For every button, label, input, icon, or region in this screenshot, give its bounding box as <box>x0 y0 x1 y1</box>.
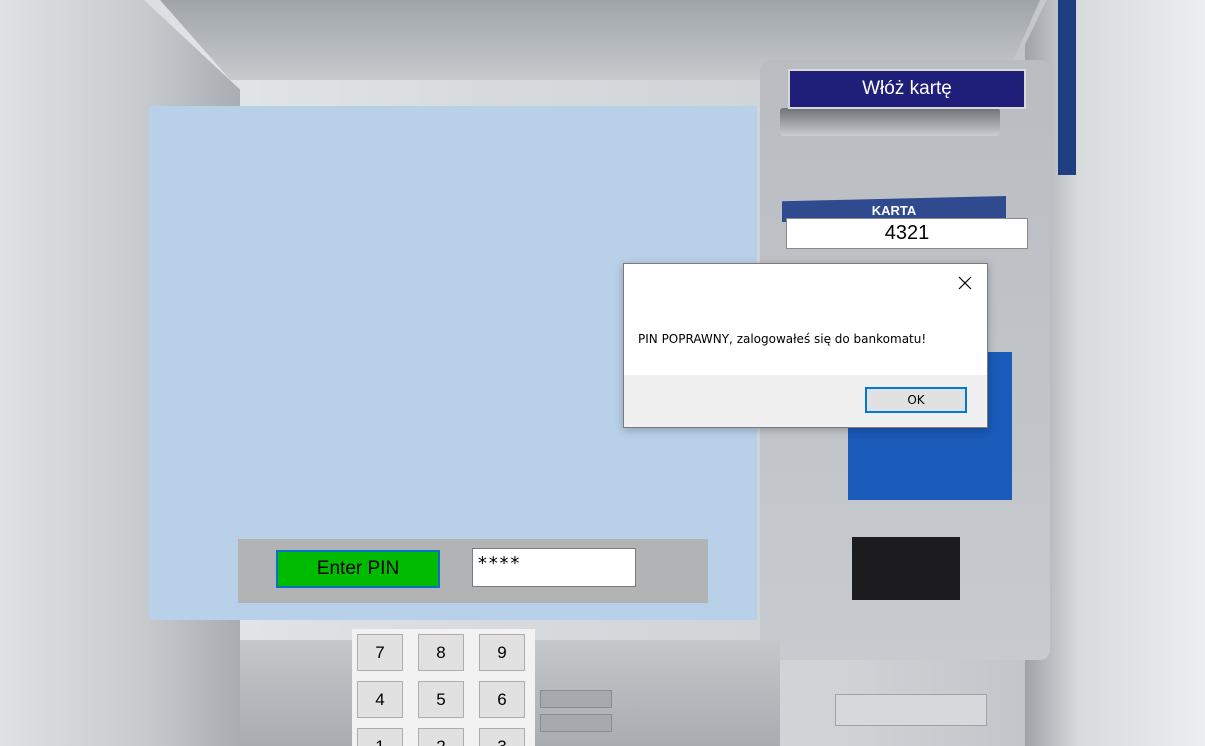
receipt-slot <box>852 537 960 600</box>
atm-right-wall <box>1025 0 1205 746</box>
cash-slot <box>835 694 987 726</box>
numpad-key-4[interactable]: 4 <box>357 681 403 718</box>
numpad-key-5[interactable]: 5 <box>418 681 464 718</box>
card-number-field[interactable]: 4321 <box>786 218 1028 249</box>
numpad-key-8[interactable]: 8 <box>418 634 464 671</box>
ok-button[interactable]: OK <box>865 387 967 413</box>
message-text: PIN POPRAWNY, zalogowałeś się do bankoma… <box>638 332 927 346</box>
enter-pin-button[interactable]: Enter PIN <box>276 550 440 588</box>
function-key-red <box>540 690 612 708</box>
numpad-key-7[interactable]: 7 <box>357 634 403 671</box>
numpad-key-9[interactable]: 9 <box>479 634 525 671</box>
numpad: 7 8 9 4 5 6 1 2 3 <box>352 629 535 746</box>
card-slot <box>780 108 1000 136</box>
numpad-key-2[interactable]: 2 <box>418 728 464 746</box>
function-key-yellow <box>540 714 612 732</box>
numpad-key-1[interactable]: 1 <box>357 728 403 746</box>
insert-card-button[interactable]: Włóż kartę <box>788 69 1026 109</box>
pin-input[interactable]: **** <box>472 548 636 587</box>
side-label <box>1058 0 1076 175</box>
numpad-key-3[interactable]: 3 <box>479 728 525 746</box>
close-icon[interactable] <box>953 272 977 294</box>
message-box: PIN POPRAWNY, zalogowałeś się do bankoma… <box>623 263 988 428</box>
numpad-key-6[interactable]: 6 <box>479 681 525 718</box>
